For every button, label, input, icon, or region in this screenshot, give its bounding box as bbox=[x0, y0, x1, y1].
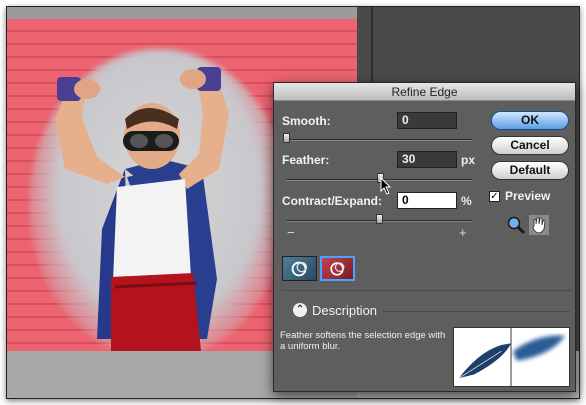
minus-label: − bbox=[287, 225, 295, 240]
feather-input[interactable]: 30 bbox=[397, 151, 457, 168]
description-text: Feather softens the selection edge with … bbox=[280, 330, 446, 352]
cancel-button[interactable]: Cancel bbox=[491, 136, 569, 155]
description-divider bbox=[382, 311, 570, 312]
contract-expand-label: Contract/Expand: bbox=[282, 194, 383, 208]
hand-icon[interactable] bbox=[529, 215, 549, 235]
preview-label: Preview bbox=[505, 189, 551, 203]
default-button[interactable]: Default bbox=[491, 161, 569, 180]
contract-expand-slider-thumb[interactable] bbox=[376, 214, 383, 224]
plus-label: + bbox=[459, 225, 467, 240]
description-heading: Description bbox=[312, 303, 378, 318]
smooth-slider-thumb[interactable] bbox=[283, 133, 290, 143]
smooth-label: Smooth: bbox=[282, 114, 331, 128]
smooth-input[interactable]: 0 bbox=[397, 112, 457, 129]
standard-mode-icon[interactable] bbox=[282, 256, 317, 281]
preview-checkbox[interactable]: ✓ bbox=[489, 191, 500, 202]
mouse-cursor-icon bbox=[380, 177, 392, 195]
canvas-border bbox=[7, 7, 357, 19]
refine-edge-dialog: Refine Edge Smooth: 0 Feather: 30 px Con… bbox=[273, 82, 576, 392]
contract-expand-unit: % bbox=[461, 194, 472, 208]
expand-collapse-icon[interactable]: ⌃ bbox=[293, 303, 307, 317]
contract-expand-input[interactable]: 0 bbox=[397, 192, 457, 209]
divider bbox=[282, 290, 572, 291]
quick-mask-mode-icon[interactable] bbox=[320, 256, 355, 281]
dialog-title[interactable]: Refine Edge bbox=[274, 83, 575, 101]
feather-label: Feather: bbox=[282, 153, 330, 167]
ok-button[interactable]: OK bbox=[491, 111, 569, 130]
feather-unit: px bbox=[461, 153, 476, 167]
zoom-icon[interactable] bbox=[506, 215, 526, 235]
smooth-slider-track[interactable] bbox=[286, 139, 472, 141]
feather-preview-image bbox=[453, 327, 570, 387]
